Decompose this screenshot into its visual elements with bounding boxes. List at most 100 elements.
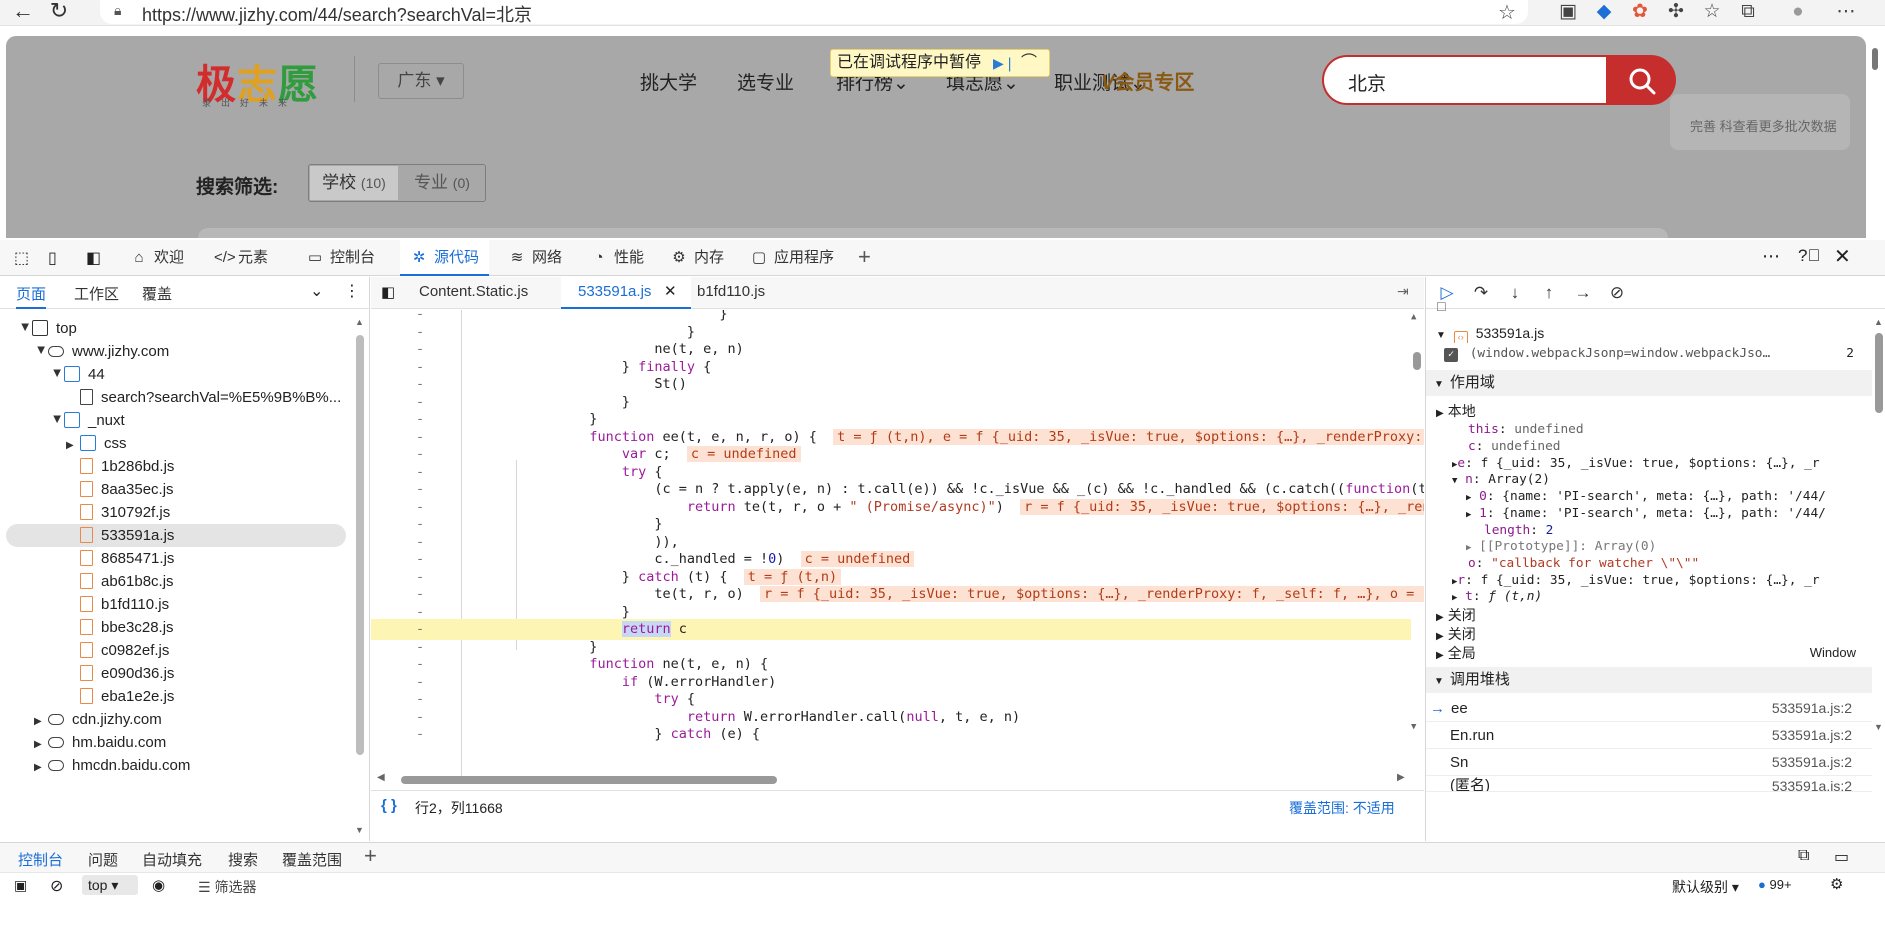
tree-item[interactable]: c0982ef.js xyxy=(66,639,169,662)
tree-item[interactable]: 8685471.js xyxy=(66,547,174,570)
tree-item[interactable]: ▶ css xyxy=(66,432,127,455)
callstack-frame-sn[interactable]: Sn 533591a.js:2 xyxy=(1426,749,1872,776)
filter-tab-major[interactable]: 专业 (0) xyxy=(399,166,485,200)
drawer-tab-search[interactable]: 搜索 xyxy=(228,849,258,870)
navigator-scrollbar[interactable]: ▲ ▼ xyxy=(355,317,365,837)
tab-elements[interactable]: </> 元素 xyxy=(214,240,268,276)
settings-gear-icon[interactable]: ⚙ xyxy=(1830,875,1843,893)
tree-item[interactable]: bbe3c28.js xyxy=(66,616,174,639)
scope-closure-2[interactable]: ▶ 关闭 xyxy=(1436,624,1476,644)
search-input[interactable]: 北京 xyxy=(1322,55,1606,105)
tab-performance[interactable]: ◔ 性能 xyxy=(590,240,644,276)
pause-on-caught-checkbox[interactable]: ☐ xyxy=(1436,301,1447,313)
callstack-section-header[interactable]: ▼ 调用堆栈 xyxy=(1426,667,1872,693)
scope-var-t[interactable]: ▶ t: ƒ (t,n) xyxy=(1452,587,1542,607)
breakpoint-row[interactable]: ✓ (window.webpackJsonp=window.webpackJso… xyxy=(1444,344,1864,364)
editor-vscrollbar[interactable]: ▲ ▼ xyxy=(1411,312,1423,782)
tree-item[interactable]: 8aa35ec.js xyxy=(66,478,174,501)
tree-item[interactable]: ▶ _nuxt xyxy=(50,409,125,432)
tab-console[interactable]: ▭ 控制台 xyxy=(306,240,375,276)
scope-closure-1[interactable]: ▶ 关闭 xyxy=(1436,605,1476,625)
drawer-tab-coverage[interactable]: 覆盖范围 xyxy=(282,849,342,870)
puzzle-icon[interactable]: ✣ xyxy=(1664,1,1688,23)
step-over-icon[interactable]: ⌒ xyxy=(1021,54,1045,72)
page-scrollbar[interactable] xyxy=(1866,36,1885,238)
close-tab-icon[interactable]: ✕ xyxy=(664,282,677,300)
avatar[interactable]: ● xyxy=(1786,1,1810,23)
search-button[interactable] xyxy=(1606,55,1676,105)
step-into-icon[interactable]: ↓ xyxy=(1502,281,1528,305)
nav-tab-workspace[interactable]: 工作区 xyxy=(74,283,119,304)
nav-choose-major[interactable]: 选专业 xyxy=(737,68,794,95)
reload-icon[interactable]: ↻ xyxy=(44,0,74,24)
tab-application[interactable]: ▢ 应用程序 xyxy=(750,240,834,276)
tab-network[interactable]: ≋ 网络 xyxy=(508,240,562,276)
expanded-triangle-icon[interactable]: ▶ xyxy=(14,324,37,338)
pretty-print-icon[interactable]: { } xyxy=(381,797,397,814)
collections-icon[interactable]: ⧉ xyxy=(1736,1,1760,23)
tree-item[interactable]: ▶ www.jizhy.com xyxy=(34,340,170,363)
editor-hscrollbar[interactable]: ◀ ▶ xyxy=(377,772,1407,787)
province-select[interactable]: 广东 ▾ xyxy=(378,63,464,99)
collapsed-triangle-icon[interactable]: ▶ xyxy=(66,434,80,457)
kebab-menu-icon[interactable]: ⋮ xyxy=(344,281,360,301)
debugger-scrollbar[interactable]: ▲ ▼ xyxy=(1874,317,1884,837)
scope-local[interactable]: ▶ 本地 xyxy=(1436,401,1476,421)
toggle-debugger-icon[interactable]: ⇥ xyxy=(1397,283,1409,300)
expanded-triangle-icon[interactable]: ▶ xyxy=(46,416,69,430)
tree-item[interactable]: 533591a.js xyxy=(66,524,174,547)
add-drawer-tab-icon[interactable]: + xyxy=(364,843,377,869)
filter-tab-school[interactable]: 学校 (10) xyxy=(310,166,398,200)
vip-zone-link[interactable]: V会员专区 xyxy=(1101,66,1194,95)
deactivate-breakpoints-icon[interactable]: ⊘ xyxy=(1604,281,1630,305)
tree-item[interactable]: ▶ 44 xyxy=(50,363,105,386)
editor-tab-b1fd110[interactable]: b1fd110.js xyxy=(697,283,765,300)
clear-console-icon[interactable]: ⊘ xyxy=(50,876,63,896)
resume-icon[interactable]: ▶❘ xyxy=(993,55,1016,71)
tab-sources[interactable]: ✲ 源代码 xyxy=(400,240,490,276)
tree-item[interactable]: 1b286bd.js xyxy=(66,455,174,478)
add-tab-icon[interactable]: + xyxy=(858,244,871,270)
close-devtools-icon[interactable]: ✕ xyxy=(1834,244,1851,269)
dock-side-icon[interactable]: ◧ xyxy=(86,248,101,268)
favorites-icon[interactable]: ☆ xyxy=(1700,1,1724,23)
favorite-star-icon[interactable]: ☆ xyxy=(1498,0,1516,25)
collapsed-triangle-icon[interactable]: ▶ xyxy=(34,756,48,779)
breakpoint-file-row[interactable]: ▼ ‹› 533591a.js xyxy=(1436,323,1866,343)
coverage-status[interactable]: 覆盖范围: 不适用 xyxy=(1289,798,1395,818)
code-content[interactable]: - } - } - ne(t, e, n) - } finally { - St… xyxy=(371,310,1424,790)
tree-item[interactable]: b1fd110.js xyxy=(66,593,169,616)
editor-tab-533591a[interactable]: 533591a.js xyxy=(578,283,651,300)
collapse-drawer-icon[interactable]: ▭ xyxy=(1834,847,1849,867)
undock-drawer-icon[interactable]: ⧉ xyxy=(1798,847,1809,865)
nav-tab-overrides[interactable]: 覆盖 xyxy=(142,283,172,304)
tab-memory[interactable]: ⚙ 内存 xyxy=(670,240,724,276)
inspect-icon[interactable]: ⬚ xyxy=(14,248,29,268)
scope-global[interactable]: ▶ 全局 Window xyxy=(1436,643,1866,663)
callstack-frame-anon[interactable]: (匿名) 533591a.js:2 xyxy=(1426,776,1872,792)
editor-tab-content-static[interactable]: Content.Static.js xyxy=(419,283,528,300)
tree-item[interactable]: search?searchVal=%E5%9B%B%... xyxy=(66,386,341,409)
extension-icon[interactable]: ▣ xyxy=(1556,1,1580,23)
collapsed-triangle-icon[interactable]: ▶ xyxy=(34,733,48,756)
more-icon[interactable]: ⋯ xyxy=(1834,1,1858,23)
expanded-triangle-icon[interactable]: ▶ xyxy=(46,370,69,384)
collapsed-triangle-icon[interactable]: ▶ xyxy=(34,710,48,733)
tree-item[interactable]: ▶ top xyxy=(18,317,77,340)
issues-badge[interactable]: ● 99+ xyxy=(1758,877,1792,892)
step-icon[interactable]: → xyxy=(1570,281,1596,305)
flower-extension-icon[interactable]: ✿ xyxy=(1628,1,1652,23)
tree-item[interactable]: ab61b8c.js xyxy=(66,570,174,593)
context-select[interactable]: top ▾ xyxy=(82,875,138,895)
step-out-icon[interactable]: ↑ xyxy=(1536,281,1562,305)
chevron-down-icon[interactable]: ⌄ xyxy=(310,281,323,301)
nav-tab-page[interactable]: 页面 xyxy=(16,283,47,309)
nav-choose-university[interactable]: 挑大学 xyxy=(640,68,697,95)
help-icon[interactable]: ?⃝ xyxy=(1798,246,1820,266)
expanded-triangle-icon[interactable]: ▶ xyxy=(30,347,53,361)
device-toolbar-icon[interactable]: ▯ xyxy=(48,248,57,268)
step-over-icon[interactable]: ↷ xyxy=(1468,281,1494,305)
more-options-icon[interactable]: ⋯ xyxy=(1762,246,1780,267)
toggle-navigator-icon[interactable]: ◧ xyxy=(381,283,395,301)
sidebar-toggle-icon[interactable]: ▣ xyxy=(14,877,27,894)
